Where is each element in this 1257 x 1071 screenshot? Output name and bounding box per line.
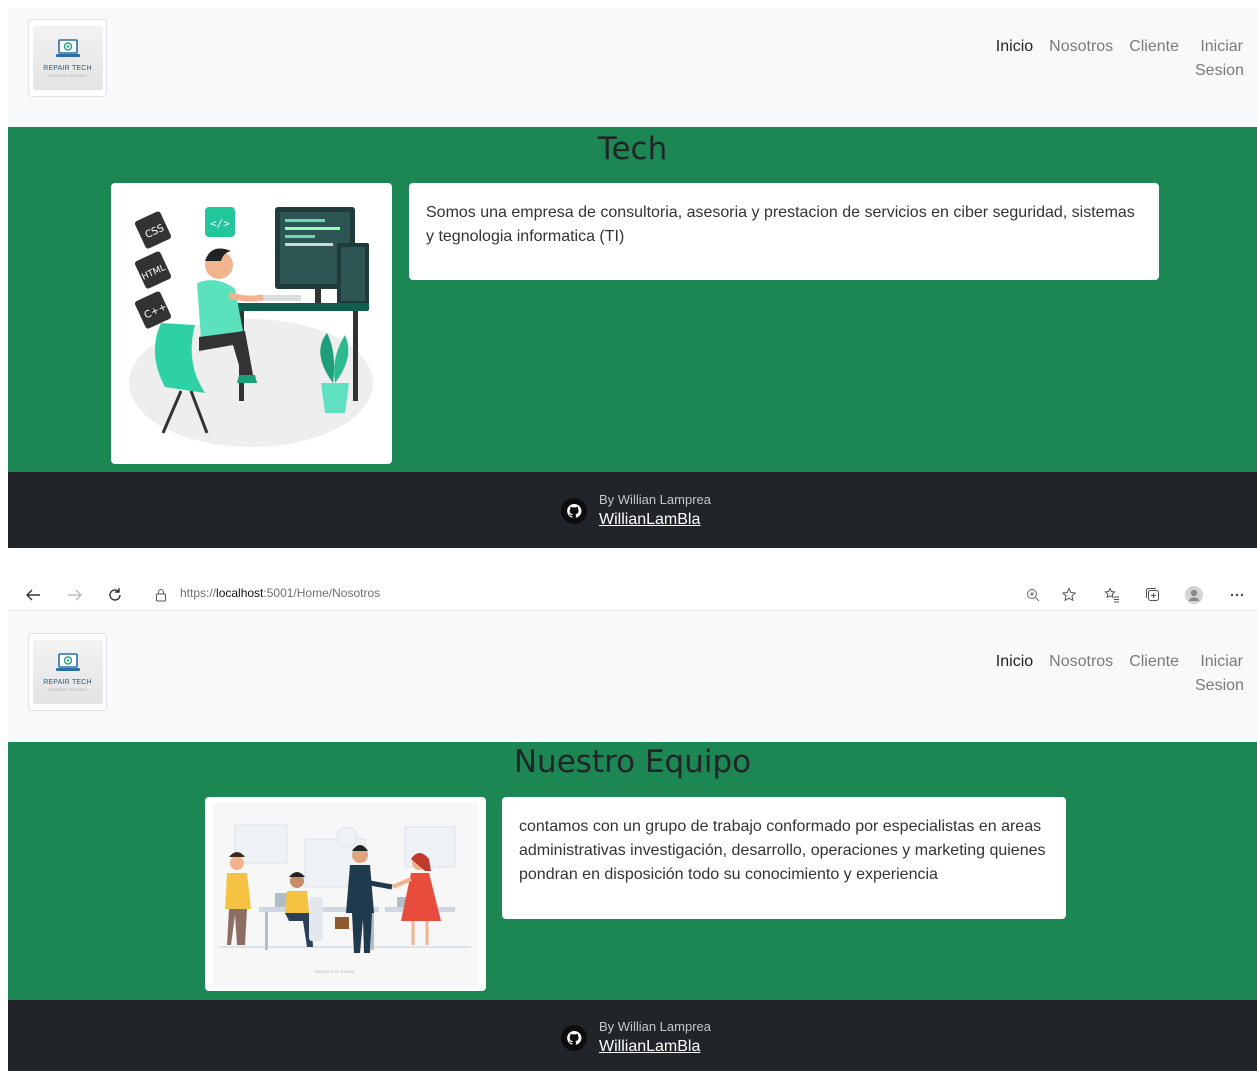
zoom-button[interactable] — [1022, 584, 1044, 606]
nav-inicio[interactable]: Inicio — [996, 35, 1033, 59]
forward-button[interactable] — [64, 584, 86, 606]
forward-arrow-icon — [68, 589, 82, 601]
logo-text: REPAIR TECH — [43, 679, 92, 686]
laptop-logo-icon — [55, 39, 80, 57]
nav-cliente[interactable]: Cliente — [1129, 650, 1179, 674]
panel-home: REPAIR TECH SOPORTE TÉCNICO Inicio Nosot… — [8, 8, 1257, 548]
nav-nosotros[interactable]: Nosotros — [1049, 35, 1113, 59]
back-arrow-icon — [26, 589, 40, 601]
laptop-logo-icon — [55, 653, 80, 671]
url-path: :5001/Home/Nosotros — [263, 586, 381, 600]
back-button[interactable] — [22, 584, 44, 606]
panel-nosotros: REPAIR TECH SOPORTE TÉCNICO Inicio Nosot… — [8, 612, 1257, 1071]
collections-button[interactable] — [1142, 584, 1164, 606]
brand-logo[interactable]: REPAIR TECH SOPORTE TÉCNICO — [28, 633, 107, 711]
hero-section: Nuestro Equipo designed by freepik conta… — [8, 742, 1257, 1000]
hero-section: Tech CSS HTML C++ </> Somos una empresa … — [8, 127, 1257, 472]
address-bar[interactable]: https://localhost:5001/Home/Nosotros — [180, 586, 380, 600]
brand-logo[interactable]: REPAIR TECH SOPORTE TÉCNICO — [28, 19, 107, 97]
logo-subtext: SOPORTE TÉCNICO — [48, 73, 87, 78]
logo-text: REPAIR TECH — [43, 65, 92, 72]
section-title: Tech — [597, 131, 668, 167]
add-favorite-button[interactable] — [1058, 584, 1080, 606]
collections-icon — [1146, 588, 1159, 601]
nav-inicio[interactable]: Inicio — [996, 650, 1033, 674]
favorites-icon — [1104, 587, 1119, 603]
github-icon — [561, 498, 587, 524]
zoom-icon — [1027, 589, 1040, 602]
ellipsis-icon — [1230, 593, 1244, 597]
star-add-icon — [1061, 587, 1077, 602]
github-link[interactable]: WillianLamBla — [599, 1036, 711, 1058]
developer-illustration: CSS HTML C++ </> — [111, 183, 392, 464]
browser-toolbar: https://localhost:5001/Home/Nosotros — [8, 578, 1257, 611]
more-menu-button[interactable] — [1226, 584, 1248, 606]
team-illustration: designed by freepik — [205, 797, 486, 991]
nav-menu: Inicio Nosotros Cliente Iniciar Sesion — [980, 35, 1244, 83]
section-title: Nuestro Equipo — [513, 744, 752, 780]
nav-iniciar-line1: Iniciar — [1200, 653, 1243, 670]
footer: By Willian Lamprea WillianLamBla — [8, 1000, 1257, 1071]
nav-nosotros[interactable]: Nosotros — [1049, 650, 1113, 674]
nav-menu: Inicio Nosotros Cliente Iniciar Sesion — [980, 650, 1244, 698]
site-info-button[interactable] — [150, 584, 172, 606]
footer-author: By Willian Lamprea — [599, 1019, 711, 1034]
url-host: localhost — [216, 586, 264, 600]
favorites-button[interactable] — [1101, 584, 1123, 606]
nav-iniciar-sesion[interactable]: Iniciar Sesion — [1195, 35, 1244, 83]
navbar: REPAIR TECH SOPORTE TÉCNICO Inicio Nosot… — [8, 612, 1257, 742]
nav-iniciar-line2: Sesion — [1195, 677, 1244, 694]
reload-button[interactable] — [104, 584, 126, 606]
about-text-card: Somos una empresa de consultoria, asesor… — [409, 183, 1159, 280]
github-icon — [561, 1025, 587, 1051]
logo-subtext: SOPORTE TÉCNICO — [48, 687, 87, 692]
nav-iniciar-sesion[interactable]: Iniciar Sesion — [1195, 650, 1244, 698]
nav-iniciar-line1: Iniciar — [1200, 38, 1243, 55]
avatar-icon — [1185, 586, 1203, 604]
svg-text:designed by freepik: designed by freepik — [315, 969, 355, 974]
svg-text:</>: </> — [210, 217, 230, 230]
lock-icon — [156, 589, 166, 602]
navbar: REPAIR TECH SOPORTE TÉCNICO Inicio Nosot… — [8, 8, 1257, 127]
reload-icon — [109, 588, 121, 601]
team-text-card: contamos con un grupo de trabajo conform… — [502, 797, 1066, 919]
footer: By Willian Lamprea WillianLamBla — [8, 472, 1257, 548]
nav-iniciar-line2: Sesion — [1195, 62, 1244, 79]
nav-cliente[interactable]: Cliente — [1129, 35, 1179, 59]
url-scheme: https:// — [180, 586, 217, 600]
footer-author: By Willian Lamprea — [599, 492, 711, 507]
profile-button[interactable] — [1183, 584, 1205, 606]
github-link[interactable]: WillianLamBla — [599, 509, 711, 531]
